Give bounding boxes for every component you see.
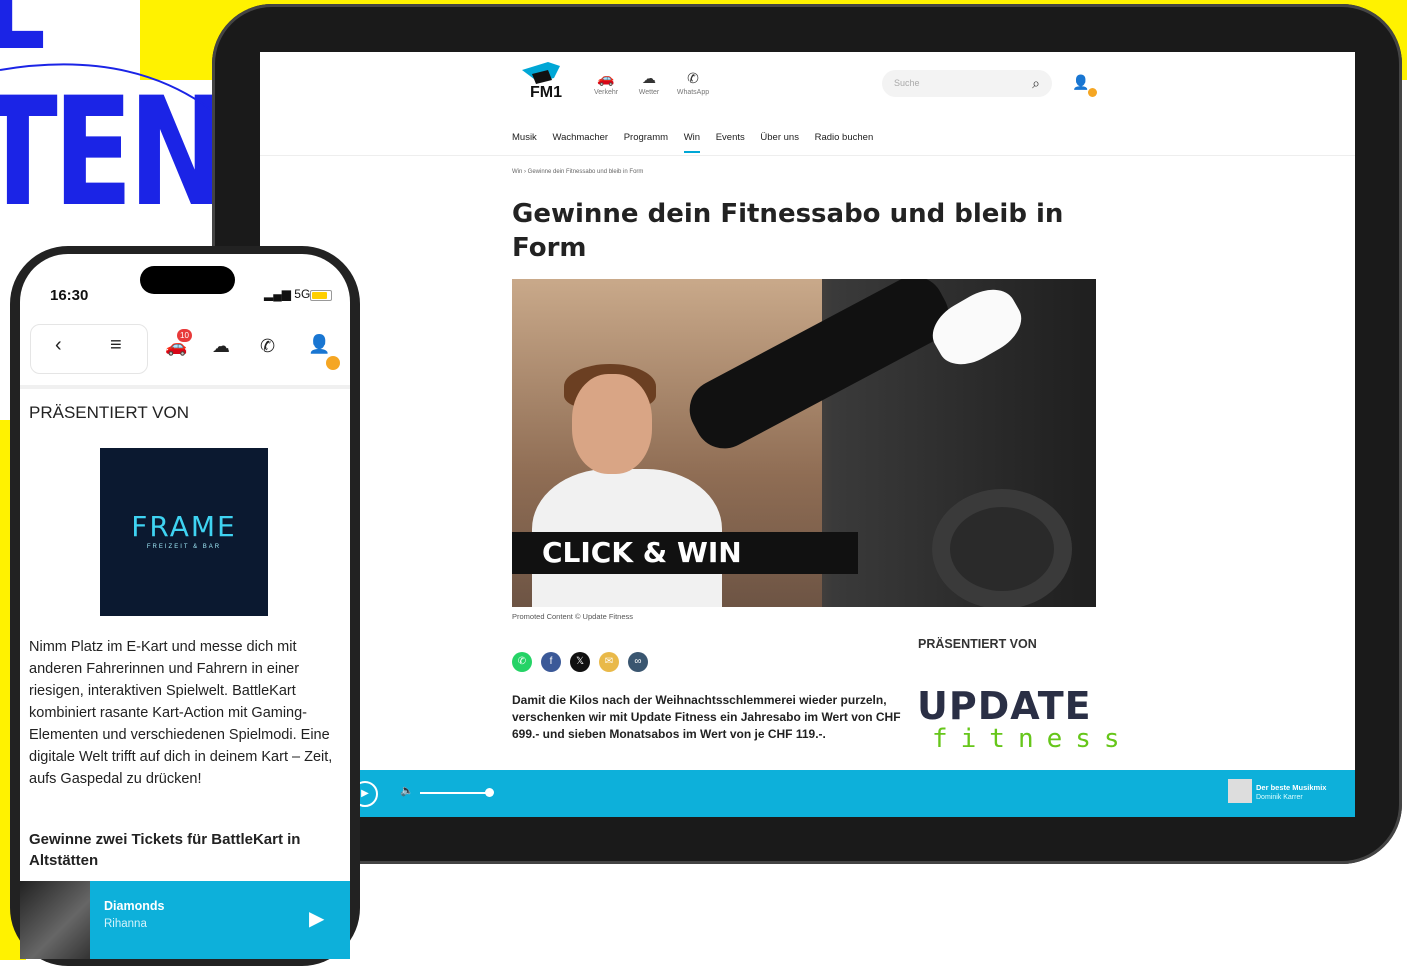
nav-verkehr-label: Verkehr <box>593 89 619 96</box>
page-title: Gewinne dein Fitnessabo und bleib in For… <box>512 199 1064 263</box>
audio-player: ▶ 🔈 Der beste Musikmix Dominik Karrer <box>260 770 1355 817</box>
sponsor-logo-update[interactable]: UPDATE <box>917 684 1092 728</box>
weather-icon: ☁ <box>642 70 656 86</box>
menu-item-radio-buchen[interactable]: Radio buchen <box>815 132 874 143</box>
song-title: Diamonds <box>104 899 165 913</box>
whatsapp-icon[interactable]: ✆ <box>260 336 275 357</box>
fm1-logo-text: FM1 <box>530 84 562 101</box>
hero-person-head <box>572 374 652 474</box>
nav-wetter-label: Wetter <box>638 89 660 96</box>
menu-item-ueber-uns[interactable]: Über uns <box>760 132 799 143</box>
weather-icon[interactable]: ☁ <box>212 336 230 357</box>
search-icon[interactable]: ⌕ <box>1032 75 1040 92</box>
menu-item-programm[interactable]: Programm <box>624 132 668 143</box>
volume-slider[interactable] <box>420 792 490 794</box>
fm1-logo[interactable]: FM1 <box>518 60 564 102</box>
frame-logo-text: FRAME <box>131 510 237 543</box>
notification-dot <box>326 356 340 370</box>
menu-item-events[interactable]: Events <box>716 132 745 143</box>
album-cover <box>20 881 90 959</box>
traffic-badge: 10 <box>177 329 192 342</box>
battery-icon <box>310 290 332 301</box>
menu-item-wachmacher[interactable]: Wachmacher <box>552 132 608 143</box>
now-playing-subtitle: Dominik Karrer <box>1256 794 1303 801</box>
song-artist: Rihanna <box>104 918 147 930</box>
presented-by-label: PRÄSENTIERT VON <box>918 637 1037 651</box>
toolbar-divider <box>20 385 350 389</box>
main-menu: Musik Wachmacher Programm Win Events Übe… <box>512 132 886 153</box>
breadcrumb[interactable]: Win › Gewinne dein Fitnessabo und bleib … <box>512 169 643 175</box>
frame-logo-subtitle: FREIZEIT & BAR <box>146 544 222 550</box>
volume-icon[interactable]: 🔈 <box>400 784 414 797</box>
sponsor-logo-frame[interactable]: FRAME FREIZEIT & BAR <box>100 448 268 616</box>
article-heading: Gewinne zwei Tickets für BattleKart in A… <box>29 831 301 869</box>
article-body: Nimm Platz im E-Kart und messe dich mit … <box>29 639 333 787</box>
whatsapp-icon: ✆ <box>687 70 699 86</box>
click-win-banner: CLICK & WIN <box>512 532 858 574</box>
promo-caption: Promoted Content © Update Fitness <box>512 612 634 621</box>
notification-dot <box>1088 88 1097 97</box>
share-facebook-icon[interactable]: f <box>541 652 561 672</box>
header-divider <box>260 155 1355 156</box>
share-whatsapp-icon[interactable]: ✆ <box>512 652 532 672</box>
status-time: 16:30 <box>50 287 89 304</box>
hero-image: CLICK & WIN <box>512 279 1096 607</box>
search-input[interactable]: Suche ⌕ <box>882 70 1052 97</box>
search-placeholder: Suche <box>894 78 920 88</box>
user-icon[interactable]: 👤 <box>308 334 330 355</box>
menu-item-win[interactable]: Win <box>683 132 701 153</box>
tablet-screen: FM1 🚗 Verkehr ☁ Wetter ✆ WhatsApp Suche … <box>260 52 1355 817</box>
status-network: ▂▄▆ 5G <box>264 287 311 301</box>
presented-by-label: PRÄSENTIERT VON <box>29 403 189 422</box>
nav-whatsapp-label: WhatsApp <box>676 89 710 96</box>
now-playing-thumbnail <box>1228 779 1252 803</box>
article-body: Damit die Kilos nach der Weihnachtsschle… <box>512 693 901 741</box>
phone-screen: 16:30 ▂▄▆ 5G ‹ ≡ 🚗 ☁ ✆ 👤 10 PRÄSENTIERT … <box>20 254 350 959</box>
share-x-icon[interactable]: 𝕏 <box>570 652 590 672</box>
play-button[interactable]: ▶ <box>309 906 324 931</box>
share-link-icon[interactable]: ∞ <box>628 652 648 672</box>
menu-item-musik[interactable]: Musik <box>512 132 537 143</box>
nav-pill <box>30 324 148 374</box>
nav-verkehr[interactable]: 🚗 Verkehr <box>586 70 626 96</box>
sponsor-logo-fitness: fitness <box>932 724 1133 754</box>
now-playing-title: Der beste Musikmix <box>1256 783 1327 792</box>
volume-knob[interactable] <box>485 788 494 797</box>
network-label: 5G <box>294 287 311 301</box>
dynamic-island <box>140 266 235 294</box>
nav-wetter[interactable]: ☁ Wetter <box>629 70 669 96</box>
user-icon[interactable]: 👤 <box>1072 74 1089 91</box>
menu-icon[interactable]: ≡ <box>110 334 122 357</box>
hero-weights <box>932 489 1072 607</box>
audio-player[interactable]: Diamonds Rihanna ▶ <box>20 881 350 959</box>
car-icon: 🚗 <box>597 70 615 86</box>
back-icon[interactable]: ‹ <box>55 334 62 357</box>
nav-whatsapp[interactable]: ✆ WhatsApp <box>673 70 713 96</box>
share-email-icon[interactable]: ✉ <box>599 652 619 672</box>
